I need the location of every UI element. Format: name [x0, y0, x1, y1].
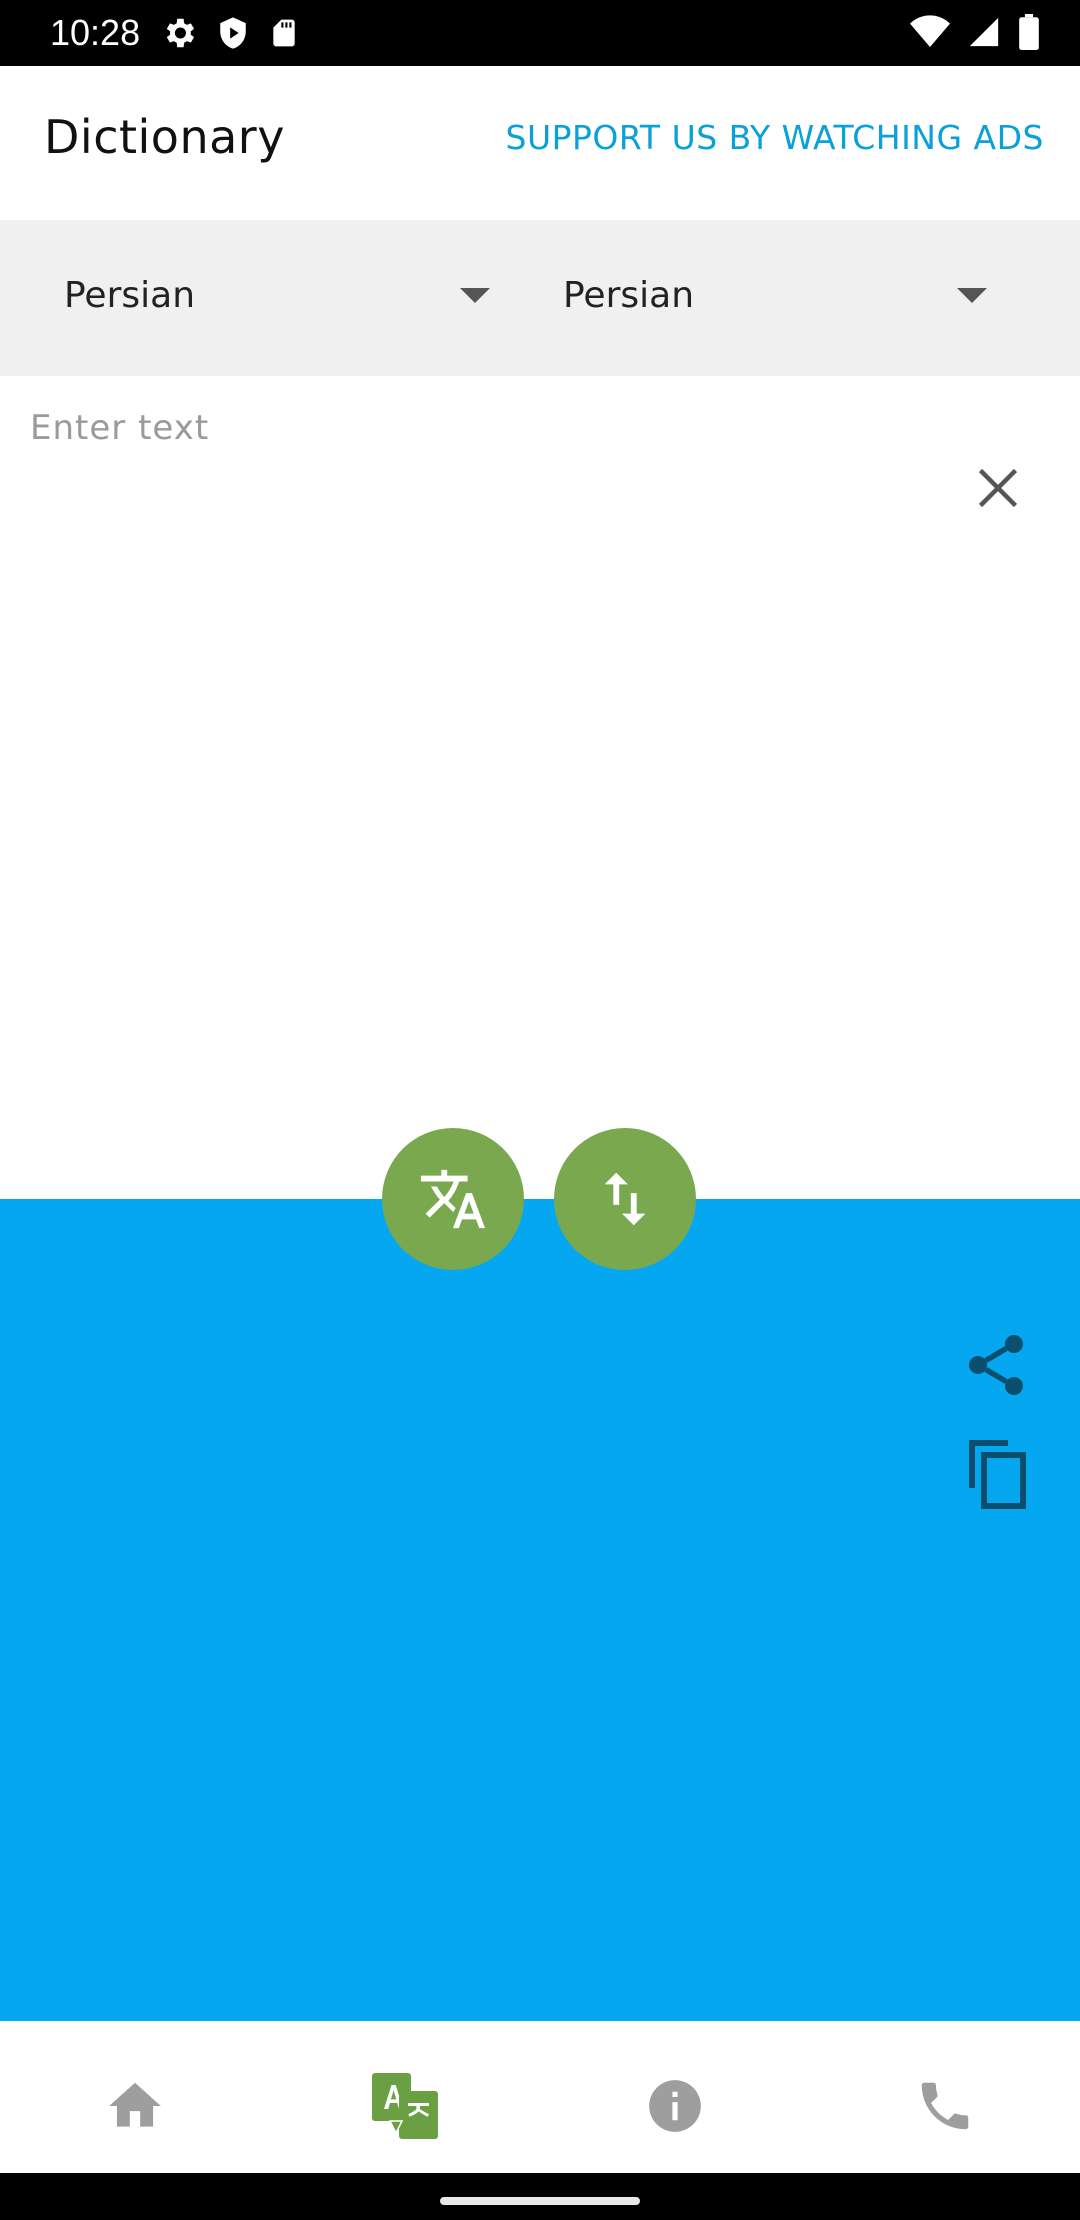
gear-icon [166, 18, 195, 48]
gesture-bar [0, 2173, 1080, 2220]
nav-info[interactable] [630, 2061, 720, 2151]
battery-icon [1019, 14, 1039, 50]
close-icon [978, 468, 1018, 508]
output-area [0, 1199, 1080, 2021]
copy-icon [969, 1440, 1026, 1509]
nav-call[interactable] [900, 2061, 990, 2151]
chevron-down-icon [460, 288, 490, 303]
status-right-icons [910, 14, 1040, 50]
translate-icon [420, 1169, 486, 1229]
clear-button[interactable] [968, 458, 1028, 518]
signal-icon [969, 17, 999, 47]
sd-card-icon [273, 19, 295, 47]
page-title: Dictionary [44, 110, 285, 164]
share-icon [969, 1335, 1023, 1395]
home-icon [109, 2082, 161, 2127]
status-left-icons [160, 14, 300, 52]
copy-button[interactable] [960, 1433, 1032, 1513]
app-bar: Dictionary SUPPORT US BY WATCHING ADS [0, 66, 1080, 220]
target-language-label: Persian [563, 274, 695, 316]
shield-play-icon [220, 17, 246, 49]
status-time: 10:28 [50, 12, 141, 53]
info-icon [649, 2080, 701, 2132]
translate-icon [372, 2073, 438, 2139]
share-button[interactable] [960, 1329, 1032, 1401]
support-ads-button[interactable]: SUPPORT US BY WATCHING ADS [506, 118, 1044, 157]
status-bar: 10:28 [0, 0, 1080, 66]
nav-translate[interactable] [360, 2061, 450, 2151]
wifi-icon [910, 15, 950, 47]
language-bar: Persian Persian [0, 220, 1080, 376]
phone-icon [921, 2082, 969, 2130]
bottom-navigation [0, 2021, 1080, 2173]
source-language-dropdown[interactable]: Persian [64, 260, 494, 330]
input-area [0, 376, 1080, 1199]
source-language-label: Persian [64, 274, 196, 316]
home-gesture-handle[interactable] [440, 2197, 640, 2205]
nav-home[interactable] [90, 2061, 180, 2151]
chevron-down-icon [957, 288, 987, 303]
source-text-input[interactable] [28, 406, 932, 1010]
swap-vertical-icon [604, 1172, 646, 1226]
target-language-dropdown[interactable]: Persian [563, 260, 993, 330]
translate-button[interactable] [382, 1128, 524, 1270]
swap-languages-button[interactable] [554, 1128, 696, 1270]
